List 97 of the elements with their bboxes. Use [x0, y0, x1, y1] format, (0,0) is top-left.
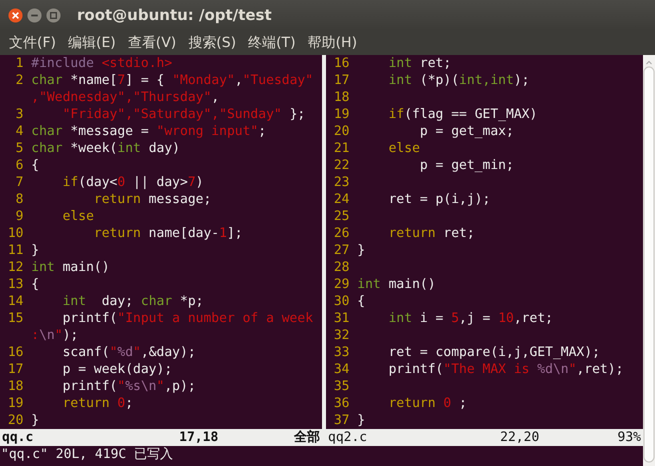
scroll-position: 全部: [293, 429, 320, 446]
code-line: {: [31, 157, 40, 174]
code-line: else: [62, 208, 94, 225]
cursor-position: 22,20: [500, 429, 540, 446]
menu-item[interactable]: 终端(T): [242, 34, 302, 52]
code-line: int i = 5,j = 10,ret;: [388, 310, 553, 327]
code-line: int ret;: [388, 55, 452, 72]
code-line: if(day<0 || day>7): [62, 174, 204, 191]
code-line: :\n");: [31, 327, 78, 344]
line-number: 28: [332, 259, 350, 276]
code-line: p = get_max;: [418, 123, 514, 140]
code-line: else: [388, 140, 420, 157]
code-line: return 0;: [62, 395, 134, 412]
line-number: 6: [14, 157, 24, 174]
line-number: 15: [6, 310, 24, 327]
code-line: int main(): [31, 259, 110, 276]
code-line: printf("%s\n",p);: [62, 378, 196, 395]
code-line: return ret;: [388, 225, 475, 242]
line-number: 20: [332, 123, 350, 140]
code-line: int day; char *p;: [62, 293, 204, 310]
code-line: #include <stdio.h>: [31, 55, 172, 72]
code-line: p = week(day);: [62, 361, 172, 378]
menu-item[interactable]: 查看(V): [122, 34, 182, 52]
window-title: root@ubuntu: /opt/test: [77, 6, 272, 24]
code-line: char *message = "wrong input";: [31, 123, 266, 140]
menu-item[interactable]: 帮助(H): [302, 34, 364, 52]
code-line: {: [357, 293, 366, 310]
code-line: char *name[7] = { "Monday","Tuesday": [31, 72, 314, 89]
line-number: 24: [332, 191, 350, 208]
line-number: 21: [332, 140, 350, 157]
line-number: 25: [332, 208, 350, 225]
line-number: 35: [332, 378, 350, 395]
command-line: "qq.c" 20L, 419C 已写入: [0, 446, 174, 463]
line-number: 18: [332, 89, 350, 106]
line-number: 19: [332, 106, 350, 123]
line-number: 29: [332, 276, 350, 293]
code-line: scanf("%d",&day);: [62, 344, 196, 361]
close-icon[interactable]: [8, 8, 23, 22]
line-number: 9: [14, 208, 24, 225]
line-number: 7: [14, 174, 24, 191]
code-line: "Friday","Saturday","Sunday" };: [62, 106, 306, 123]
code-line: printf("The MAX is %d\n",ret);: [388, 361, 624, 378]
line-number: 32: [332, 327, 350, 344]
scrollbar[interactable]: [643, 55, 655, 466]
line-number: 11: [6, 242, 24, 259]
line-number: 17: [6, 361, 24, 378]
line-number: 26: [332, 225, 350, 242]
code-line: return name[day-1];: [92, 225, 243, 242]
line-number: 19: [6, 395, 24, 412]
line-number: 17: [332, 72, 350, 89]
line-number: 34: [332, 361, 350, 378]
line-number: 33: [332, 344, 350, 361]
code-line: ret = p(i,j);: [388, 191, 490, 208]
line-number: 16: [332, 55, 350, 72]
code-line: ret = compare(i,j,GET_MAX);: [388, 344, 600, 361]
line-number: 37: [332, 412, 350, 429]
line-number: 23: [332, 174, 350, 191]
cursor-position: 17,18: [179, 429, 220, 446]
line-number: 14: [6, 293, 24, 310]
code-line: }: [31, 242, 40, 259]
code-line: return 0 ;: [388, 395, 467, 412]
code-line: }: [357, 242, 366, 259]
maximize-icon[interactable]: [46, 8, 61, 22]
scroll-position: 93%: [616, 429, 641, 446]
code-line: return message;: [92, 191, 212, 208]
code-line: int main(): [357, 276, 436, 293]
menu-item[interactable]: 编辑(E): [62, 34, 122, 52]
code-line: }: [31, 412, 40, 429]
line-number: 18: [6, 378, 24, 395]
line-number: 8: [14, 191, 24, 208]
file-name: qq2.c: [328, 429, 368, 446]
line-number: 1: [14, 55, 24, 72]
line-number: 16: [6, 344, 24, 361]
code-line: p = get_min;: [418, 157, 514, 174]
line-number: 20: [6, 412, 24, 429]
code-line: printf("Input a number of a week: [62, 310, 314, 327]
line-number: 27: [332, 242, 350, 259]
line-number: 31: [332, 310, 350, 327]
code-line: char *week(int day): [31, 140, 180, 157]
line-number: 4: [14, 123, 24, 140]
code-line: }: [357, 412, 366, 429]
line-number: 22: [332, 157, 350, 174]
code-line: int (*p)(int,int);: [388, 72, 530, 89]
menu-item[interactable]: 文件(F): [3, 34, 62, 52]
line-number: 2: [14, 72, 24, 89]
code-line: ,"Wednesday","Thursday",: [31, 89, 220, 106]
line-number: 3: [14, 106, 24, 123]
line-number: 5: [14, 140, 24, 157]
menu-item[interactable]: 搜索(S): [182, 34, 242, 52]
code-line: {: [31, 276, 40, 293]
line-number: 13: [6, 276, 24, 293]
line-number: 30: [332, 293, 350, 310]
line-number: 10: [6, 225, 24, 242]
line-number: 12: [6, 259, 24, 276]
line-number: 36: [332, 395, 350, 412]
file-name: qq.c: [2, 429, 34, 446]
code-line: if(flag == GET_MAX): [388, 106, 538, 123]
